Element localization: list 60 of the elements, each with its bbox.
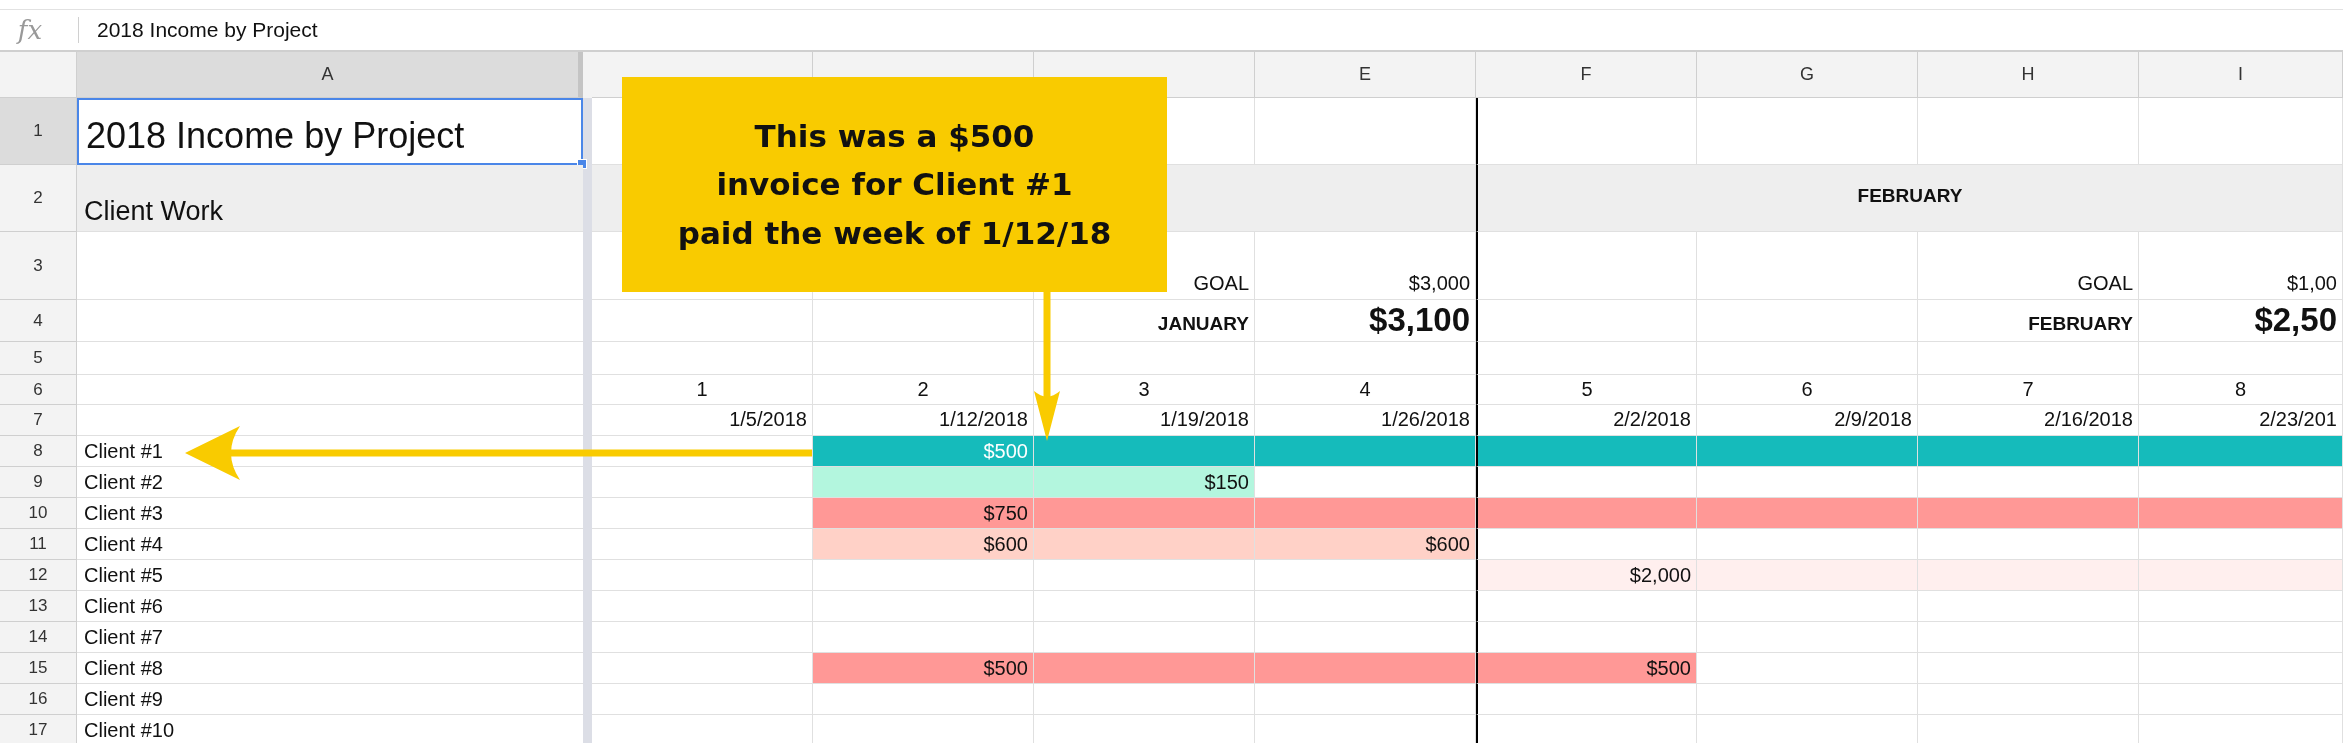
table-cell: Client #3 [77,498,583,529]
formula-icon: fx [0,15,60,45]
row-header[interactable]: 12 [0,560,77,591]
table-cell: 5 [1476,375,1697,405]
table-cell: GOAL [1918,232,2139,300]
table-cell: Client Work [77,165,583,232]
row-header[interactable]: 3 [0,232,77,300]
table-cell: Client #4 [77,529,583,560]
row-header[interactable]: 17 [0,715,77,743]
table-cell: $750 [813,498,1034,529]
table-cell: $150 [1034,467,1255,498]
callout-tooltip: This was a $500 invoice for Client #1 paid the week of 1/12/18 [622,77,1167,292]
row-header[interactable]: 11 [0,529,77,560]
row-header[interactable]: 2 [0,165,77,232]
freeze-bar[interactable] [583,98,592,165]
column-header[interactable]: F [1476,52,1697,98]
table-cell: Client #8 [77,653,583,684]
row-header[interactable]: 16 [0,684,77,715]
row-header[interactable]: 5 [0,342,77,375]
column-header[interactable]: H [1918,52,2139,98]
table-cell: $500 [1476,653,1697,684]
table-cell: $2,50 [2139,300,2343,342]
table-cell: 8 [2139,375,2343,405]
table-cell: $3,100 [1255,300,1476,342]
column-header[interactable]: G [1697,52,1918,98]
table-cell: FEBRUARY [1918,300,2139,342]
table-cell: 4 [1255,375,1476,405]
table-cell: Client #6 [77,591,583,622]
table-cell: $600 [813,529,1034,560]
table-cell: Client #7 [77,622,583,653]
table-cell: 2 [813,375,1034,405]
table-cell: 1 [592,375,813,405]
row-header[interactable]: 10 [0,498,77,529]
table-cell: $2,000 [1476,560,1697,591]
table-cell: JANUARY [1034,300,1255,342]
row-header[interactable]: 15 [0,653,77,684]
column-header[interactable]: E [1255,52,1476,98]
select-all-corner[interactable] [0,52,77,98]
row-header[interactable]: 8 [0,436,77,467]
table-cell: Client #5 [77,560,583,591]
column-header[interactable]: I [2139,52,2343,98]
formula-field[interactable]: 2018 Income by Project [97,18,318,42]
table-cell: 1/5/2018 [592,405,813,436]
row-header[interactable]: 4 [0,300,77,342]
table-cell: $600 [1255,529,1476,560]
table-cell: FEBRUARY [1476,165,2343,232]
table-cell: $500 [813,653,1034,684]
row-header[interactable]: 9 [0,467,77,498]
table-cell: $3,000 [1255,232,1476,300]
row-header[interactable]: 7 [0,405,77,436]
table-cell: $1,00 [2139,232,2343,300]
table-cell: 6 [1697,375,1918,405]
column-header[interactable]: A [77,52,583,98]
row-header[interactable]: 14 [0,622,77,653]
table-cell: $500 [813,436,1034,467]
row-header[interactable]: 6 [0,375,77,405]
row-header[interactable]: 1 [0,98,77,165]
row-header[interactable]: 13 [0,591,77,622]
table-cell: 7 [1918,375,2139,405]
table-cell: Client #9 [77,684,583,715]
